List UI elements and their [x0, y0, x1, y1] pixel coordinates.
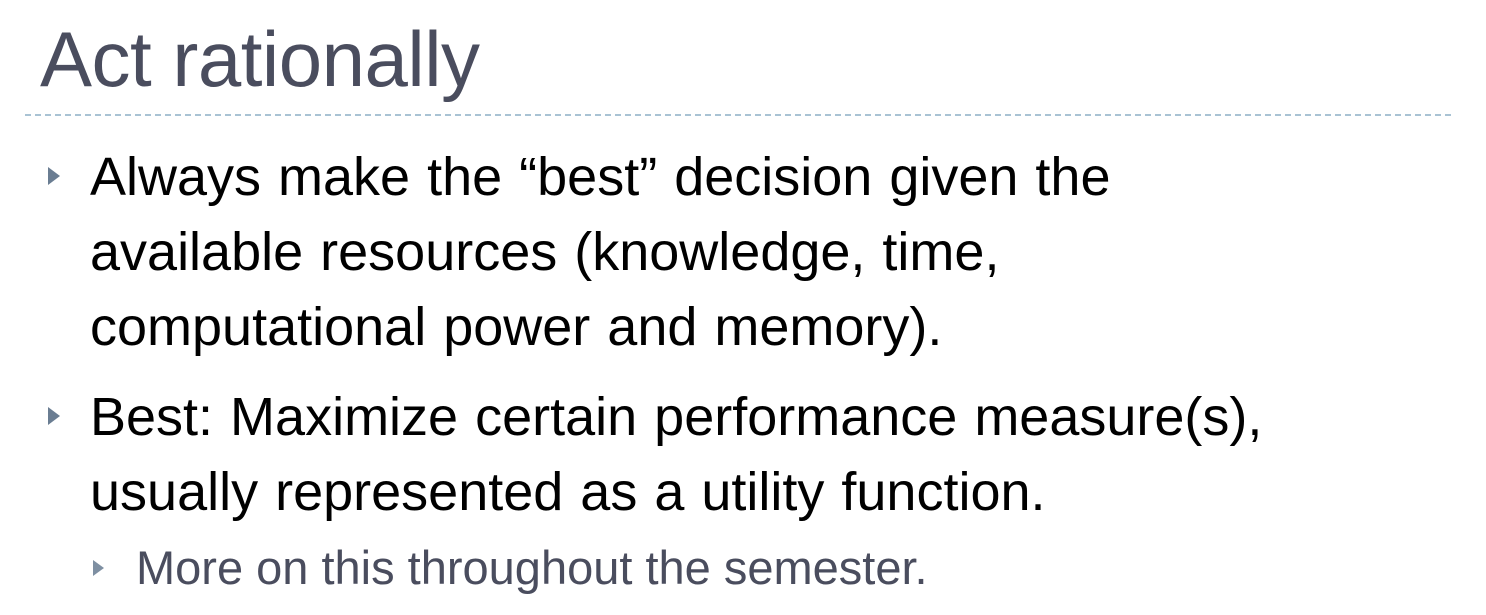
bullet-1-line-3: computational power and memory).	[90, 297, 943, 357]
bullet-2-line-2: usually represented as a utility functio…	[90, 462, 1046, 522]
triangle-right-icon	[48, 167, 60, 185]
title-divider	[25, 114, 1451, 116]
sub-bullet-text-1: More on this throughout the semester.	[136, 541, 928, 594]
triangle-right-icon	[93, 560, 104, 576]
bullet-2-line-1: Best: Maximize certain performance measu…	[90, 387, 1263, 447]
bullet-text-1: Always make the “best” decision given th…	[90, 140, 1470, 365]
slide: Act rationally Always make the “best” de…	[0, 0, 1486, 615]
slide-title: Act rationally	[40, 15, 480, 103]
bullet-1-line-1: Always make the “best” decision given th…	[90, 147, 1111, 207]
triangle-right-icon	[48, 407, 60, 425]
bullet-1-line-2: available resources (knowledge, time,	[90, 222, 1000, 282]
bullet-text-2: Best: Maximize certain performance measu…	[90, 380, 1470, 530]
